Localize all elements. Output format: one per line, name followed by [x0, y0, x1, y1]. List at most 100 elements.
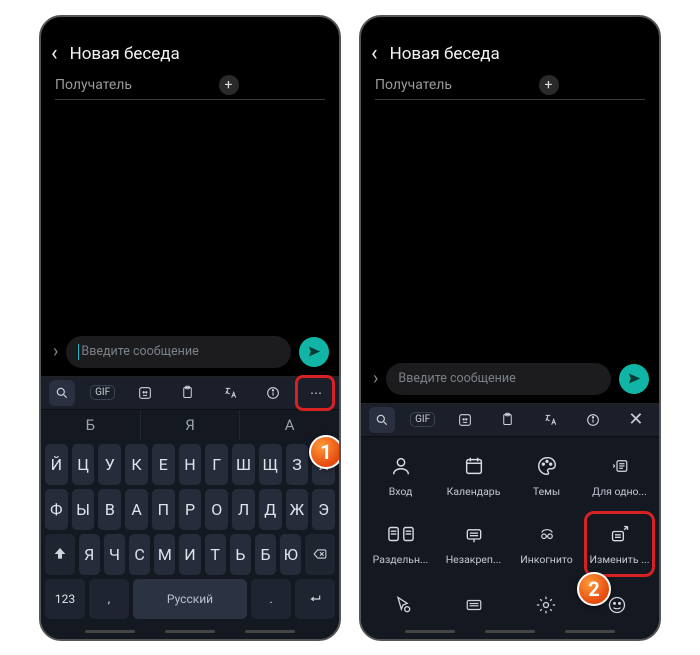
phone-screenshot-1: ‹ Новая беседа Получатель + › Введите со…	[39, 15, 341, 641]
floating-keyboard-icon	[461, 521, 487, 547]
prediction-bar: Б Я А	[41, 410, 339, 440]
add-recipient-button[interactable]: +	[219, 75, 239, 95]
send-button[interactable]	[619, 364, 649, 394]
key[interactable]: Р	[179, 489, 202, 530]
recipient-row[interactable]: Получатель +	[361, 75, 659, 99]
calendar-icon	[461, 453, 487, 479]
option-label: Раздельн...	[373, 553, 429, 566]
space-key[interactable]: Русский	[133, 579, 247, 619]
enter-key[interactable]	[295, 579, 335, 619]
option-floating[interactable]: Незакреп...	[438, 511, 509, 577]
close-icon[interactable]: ✕	[621, 407, 651, 433]
android-nav-bar	[41, 625, 339, 639]
key[interactable]: А	[125, 489, 148, 530]
clipboard-icon[interactable]	[173, 380, 203, 406]
key[interactable]: К	[125, 444, 148, 485]
more-options-button[interactable]: ⋯	[301, 380, 331, 406]
search-icon[interactable]	[49, 380, 75, 406]
keyboard-icon[interactable]	[459, 590, 489, 620]
option-login[interactable]: Вход	[365, 443, 436, 509]
callout-badge-1: 1	[309, 435, 341, 469]
cursor-icon[interactable]	[388, 590, 418, 620]
key[interactable]: Щ	[259, 444, 282, 485]
key[interactable]: В	[98, 489, 121, 530]
key[interactable]: Ж	[286, 489, 309, 530]
info-icon[interactable]	[258, 380, 288, 406]
key[interactable]: О	[205, 489, 228, 530]
option-label: Изменить ...	[590, 553, 650, 566]
message-composer: › Введите сообщение	[41, 330, 339, 376]
key[interactable]: Е	[152, 444, 175, 485]
bottom-icon-row	[361, 585, 659, 625]
key-row-3: Я Ч С М И Т Ь Б Ю	[45, 534, 335, 575]
message-input[interactable]: Введите сообщение	[386, 363, 611, 395]
key[interactable]: М	[154, 534, 175, 575]
key[interactable]: Ы	[72, 489, 95, 530]
key[interactable]: Ш	[232, 444, 255, 485]
backspace-key[interactable]	[305, 534, 335, 575]
message-placeholder: Введите сообщение	[398, 371, 515, 386]
send-button[interactable]	[299, 337, 329, 367]
option-incognito[interactable]: Инкогнито	[511, 511, 582, 577]
option-calendar[interactable]: Календарь	[438, 443, 509, 509]
key[interactable]: З	[286, 444, 309, 485]
sticker-icon[interactable]	[130, 380, 160, 406]
info-icon[interactable]	[578, 407, 608, 433]
key[interactable]: Ц	[72, 444, 95, 485]
key[interactable]: И	[179, 534, 200, 575]
message-input[interactable]: Введите сообщение	[66, 336, 291, 368]
key[interactable]: Ю	[280, 534, 301, 575]
key[interactable]: Й	[45, 444, 68, 485]
key[interactable]: Д	[259, 489, 282, 530]
phone-screenshot-2: ‹ Новая беседа Получатель + › Введите со…	[359, 15, 661, 641]
option-label: Вход	[389, 485, 413, 498]
search-icon[interactable]	[369, 407, 395, 433]
android-nav-bar	[361, 625, 659, 639]
key[interactable]: Л	[232, 489, 255, 530]
option-split[interactable]: Раздельн...	[365, 511, 436, 577]
prediction-1[interactable]: Б	[41, 410, 141, 440]
translate-icon[interactable]	[216, 380, 246, 406]
status-bar	[361, 17, 659, 39]
app-header: ‹ Новая беседа	[41, 39, 339, 75]
key[interactable]: П	[152, 489, 175, 530]
key[interactable]: У	[98, 444, 121, 485]
add-recipient-button[interactable]: +	[539, 75, 559, 95]
clipboard-icon[interactable]	[493, 407, 523, 433]
recipient-row[interactable]: Получатель +	[41, 75, 339, 99]
key[interactable]: Ь	[230, 534, 251, 575]
option-resize[interactable]: Изменить ...	[584, 511, 655, 577]
key[interactable]: Г	[205, 444, 228, 485]
settings-icon[interactable]	[531, 590, 561, 620]
option-themes[interactable]: Темы	[511, 443, 582, 509]
key[interactable]: Я	[79, 534, 100, 575]
key[interactable]: Б	[255, 534, 276, 575]
gif-icon[interactable]: GIF	[88, 380, 118, 406]
onehanded-icon	[607, 453, 633, 479]
key-row-2: Ф Ы В А П Р О Л Д Ж Э	[45, 489, 335, 530]
palette-icon	[534, 453, 560, 479]
status-bar	[41, 17, 339, 39]
key[interactable]: Ф	[45, 489, 68, 530]
key[interactable]: Т	[205, 534, 226, 575]
back-icon[interactable]: ‹	[51, 43, 58, 65]
period-key[interactable]: .	[251, 579, 291, 619]
gif-icon[interactable]: GIF	[408, 407, 438, 433]
option-label: Календарь	[447, 485, 501, 498]
text-cursor	[78, 344, 79, 360]
key[interactable]: С	[129, 534, 150, 575]
comma-key[interactable]: ,	[89, 579, 129, 619]
key[interactable]: Н	[179, 444, 202, 485]
composer-chevron-icon[interactable]: ›	[373, 368, 378, 389]
prediction-2[interactable]: Я	[141, 410, 241, 440]
numeric-key[interactable]: 123	[45, 579, 85, 619]
composer-chevron-icon[interactable]: ›	[53, 341, 58, 362]
back-icon[interactable]: ‹	[371, 43, 378, 65]
shift-key[interactable]	[45, 534, 75, 575]
resize-keyboard-icon	[607, 521, 633, 547]
sticker-icon[interactable]	[450, 407, 480, 433]
option-onehanded[interactable]: Для одно...	[584, 443, 655, 509]
translate-icon[interactable]	[536, 407, 566, 433]
key[interactable]: Э	[312, 489, 335, 530]
key[interactable]: Ч	[104, 534, 125, 575]
